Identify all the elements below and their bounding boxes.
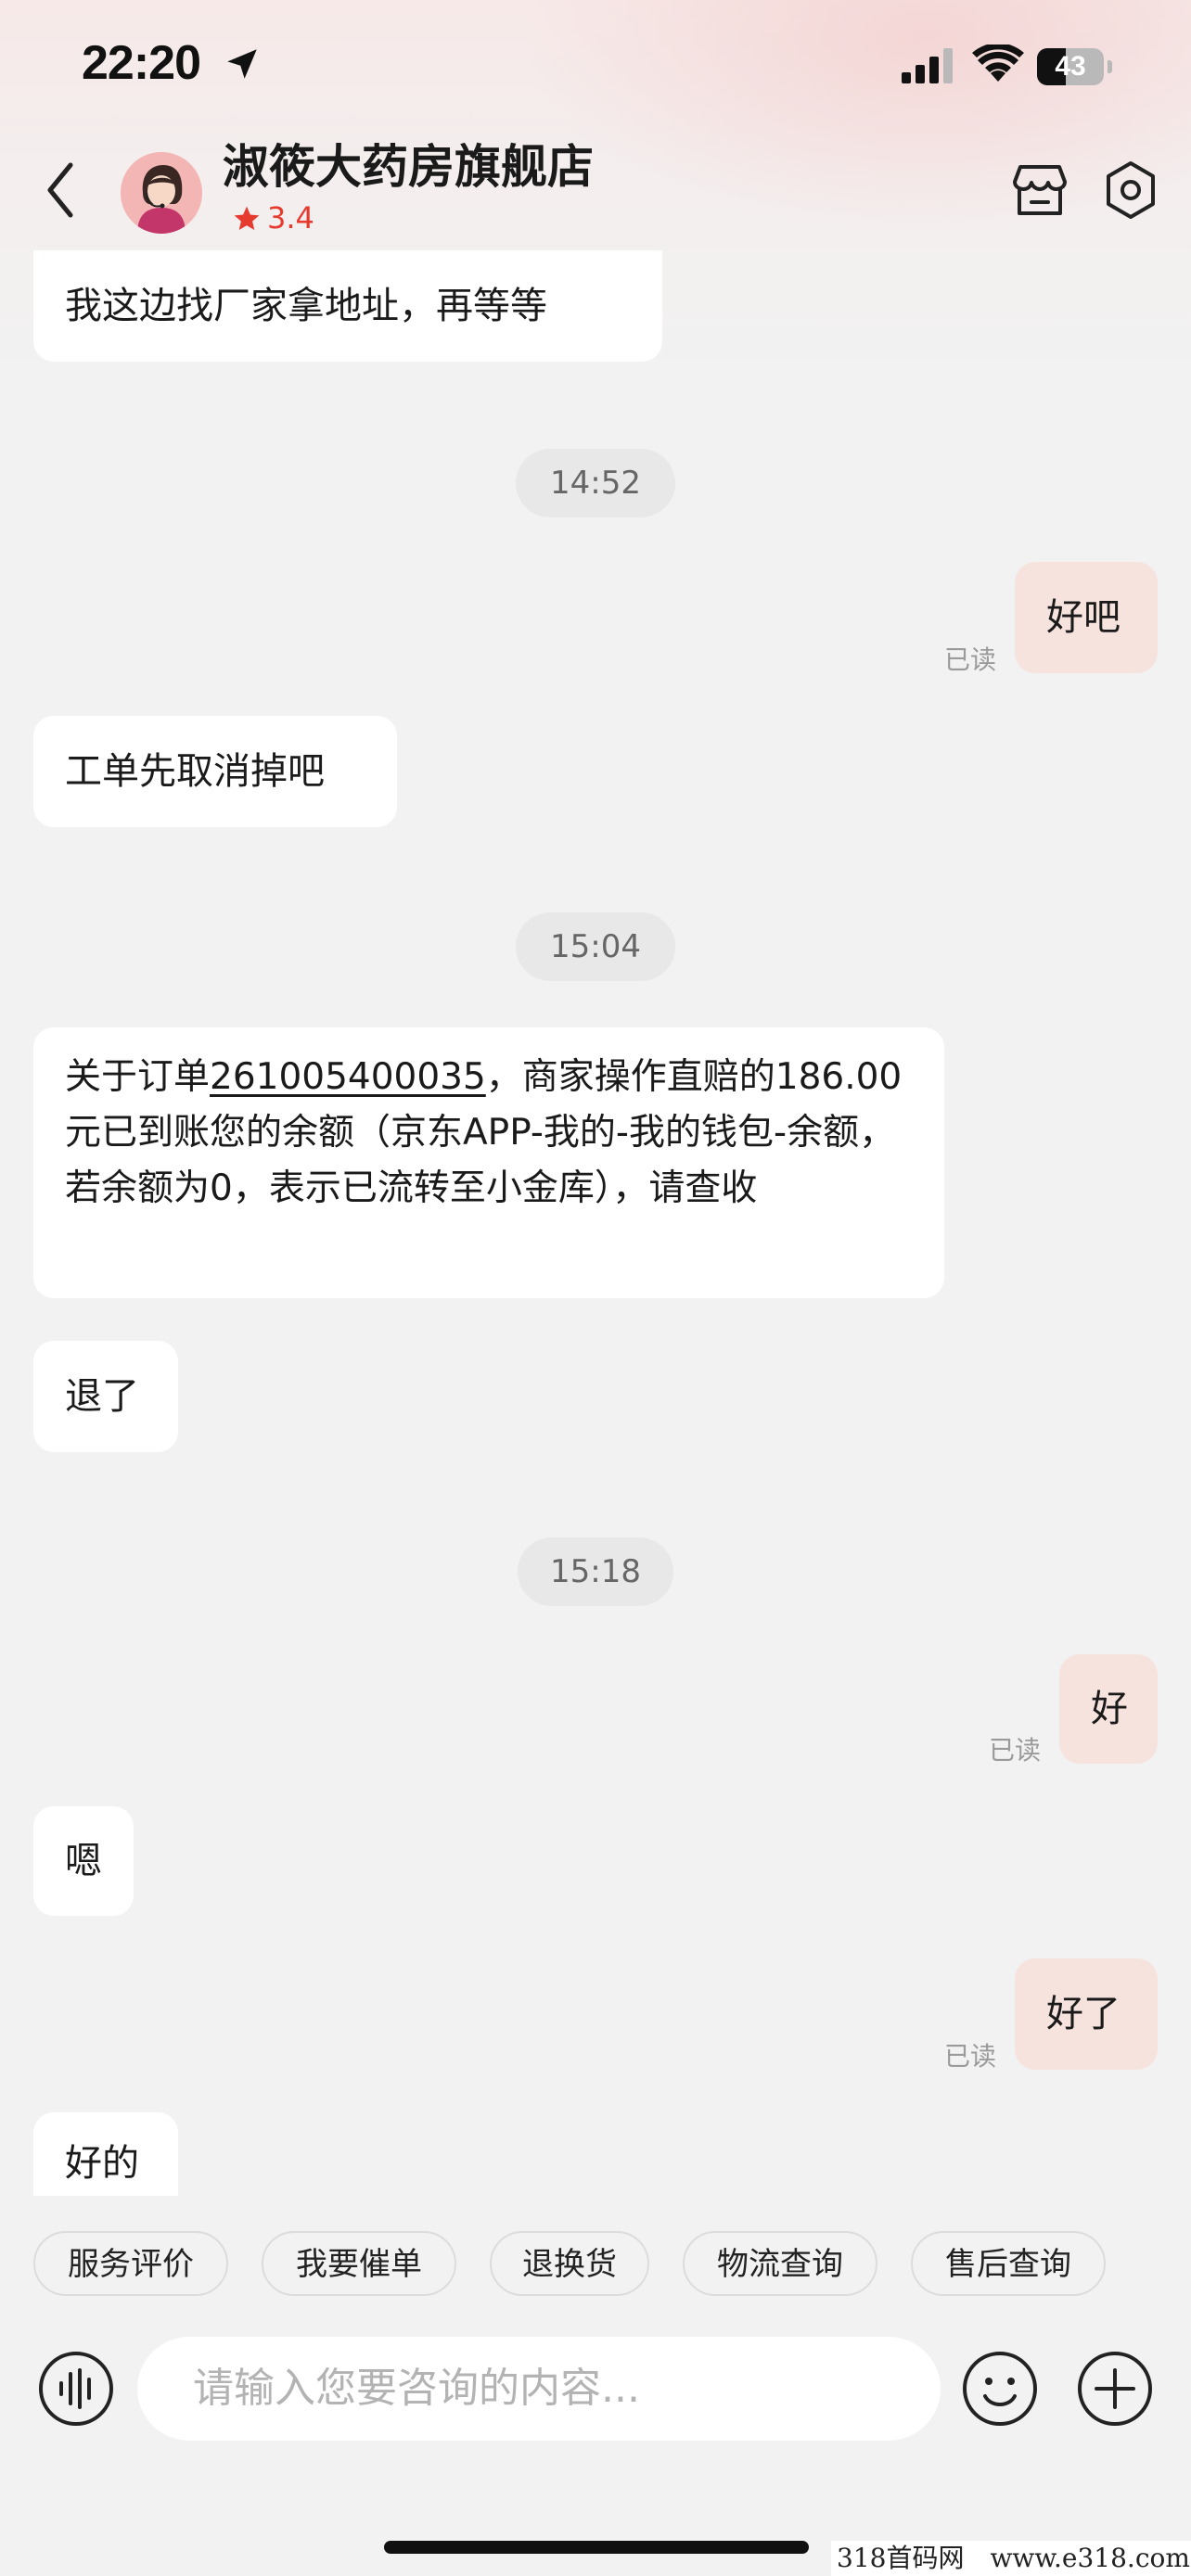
- message-bubble-right[interactable]: 好吧: [1015, 562, 1158, 673]
- shop-name[interactable]: 淑筱大药房旗舰店: [223, 130, 594, 197]
- location-arrow-icon: [227, 49, 257, 79]
- message-input[interactable]: 请输入您要咨询的内容...: [137, 2337, 941, 2441]
- star-icon: [234, 206, 260, 230]
- agent-avatar-icon: [121, 152, 202, 234]
- message-text: 好: [1091, 1688, 1128, 1730]
- quick-action-logistics[interactable]: 物流查询: [683, 2231, 877, 2296]
- quick-action-return-exchange[interactable]: 退换货: [490, 2231, 649, 2296]
- message-bubble-right[interactable]: 好: [1059, 1654, 1158, 1764]
- message-text: 退了: [65, 1375, 139, 1418]
- read-receipt: 已读: [944, 644, 997, 675]
- cellular-signal-icon: [902, 48, 953, 83]
- message-text: 好吧: [1046, 596, 1121, 639]
- wifi-icon: [972, 45, 1024, 82]
- timestamp: 15:18: [518, 1537, 673, 1606]
- message-bubble-right[interactable]: 好了: [1015, 1958, 1158, 2070]
- message-text: 好了: [1046, 1993, 1121, 2035]
- quick-action-after-sales[interactable]: 售后查询: [911, 2231, 1106, 2296]
- timestamp: 14:52: [516, 449, 675, 517]
- message-text: 我这边找厂家拿地址，再等等: [65, 285, 547, 327]
- plus-icon[interactable]: [1076, 2350, 1154, 2428]
- timestamp: 15:04: [516, 912, 675, 981]
- order-number-link[interactable]: 261005400035: [210, 1056, 486, 1098]
- status-bar: 22:20 43: [0, 0, 1191, 130]
- battery-level: 43: [1055, 51, 1086, 82]
- read-receipt: 已读: [989, 1735, 1042, 1766]
- rating-value: 3.4: [267, 200, 314, 236]
- message-bubble-left[interactable]: 我这边找厂家拿地址，再等等: [33, 250, 662, 362]
- emoji-icon[interactable]: [961, 2350, 1039, 2428]
- quick-action-service-review[interactable]: 服务评价: [33, 2231, 228, 2296]
- voice-input-icon[interactable]: [37, 2350, 115, 2428]
- watermark: 318首码网 www.e318.com: [831, 2541, 1191, 2576]
- message-bubble-left[interactable]: 嗯: [33, 1806, 134, 1916]
- message-bubble-left[interactable]: 工单先取消掉吧: [33, 716, 397, 827]
- store-icon[interactable]: [1011, 163, 1069, 217]
- message-bubble-left[interactable]: 关于订单261005400035，商家操作直赔的186.00元已到账您的余额（京…: [33, 1027, 944, 1298]
- home-indicator[interactable]: [384, 2541, 809, 2554]
- message-text: 好的: [65, 2142, 139, 2185]
- quick-action-urge-order[interactable]: 我要催单: [262, 2231, 456, 2296]
- battery-indicator: 43: [1037, 48, 1112, 85]
- message-text: 工单先取消掉吧: [65, 750, 325, 793]
- status-time: 22:20: [82, 36, 201, 90]
- message-text: 嗯: [65, 1840, 102, 1882]
- settings-icon[interactable]: [1102, 159, 1159, 221]
- message-text: 关于订单: [65, 1056, 211, 1098]
- shop-avatar[interactable]: [121, 152, 202, 234]
- back-icon[interactable]: [43, 159, 80, 221]
- read-receipt: 已读: [944, 2041, 997, 2072]
- message-bubble-left[interactable]: 好的: [33, 2112, 178, 2196]
- message-bubble-left[interactable]: 退了: [33, 1341, 178, 1452]
